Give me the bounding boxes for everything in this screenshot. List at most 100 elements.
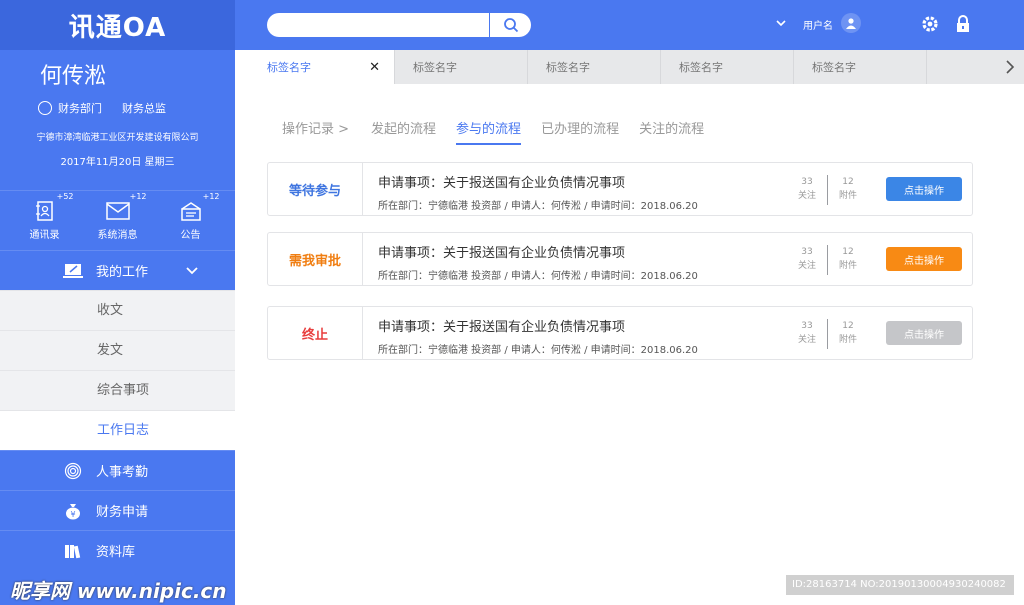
attachment-count: 12 xyxy=(842,247,854,257)
status-badge: 需我审批 xyxy=(268,233,363,285)
process-card: 需我审批 申请事项：关于报送国有企业负债情况事项 所在部门：宁德临港 投资部 /… xyxy=(267,232,973,286)
chevron-down-icon xyxy=(186,266,198,274)
card-title[interactable]: 申请事项：关于报送国有企业负债情况事项 xyxy=(378,316,787,335)
card-meta: 所在部门：宁德临港 投资部 / 申请人：何传淞 / 申请时间：2018.06.2… xyxy=(378,345,698,356)
card-title[interactable]: 申请事项：关于报送国有企业负债情况事项 xyxy=(378,242,787,261)
card-meta: 所在部门：宁德临港 投资部 / 申请人：何传淞 / 申请时间：2018.06.2… xyxy=(378,271,698,282)
tab-bar: 标签名字 ✕ 标签名字 标签名字 标签名字 标签名字 xyxy=(235,50,1024,84)
sidebar-item-my-work-label: 我的工作 xyxy=(96,265,149,280)
process-nav: 操作记录 > 发起的流程 参与的流程 已办理的流程 关注的流程 xyxy=(282,118,724,145)
books-icon xyxy=(65,544,81,558)
announcement-icon xyxy=(180,202,201,221)
fingerprint-icon xyxy=(64,462,82,479)
app-logo: 讯通OA xyxy=(68,12,167,43)
follow-stat: 33 关注 xyxy=(787,245,827,285)
chevron-right-icon xyxy=(1006,60,1015,74)
tab-participated[interactable]: 参与的流程 xyxy=(456,118,522,145)
sidebar-menu: 我的工作 收文 发文 综合事项 工作日志 人事考勤 ¥ 财务申请 资料库 xyxy=(0,250,235,570)
attachment-label: 附件 xyxy=(838,191,857,201)
attachment-stat: 12 附件 xyxy=(828,245,868,285)
attachment-label: 附件 xyxy=(838,261,857,271)
card-title[interactable]: 申请事项：关于报送国有企业负债情况事项 xyxy=(378,172,787,191)
current-date: 2017年11月20日 星期三 xyxy=(60,157,175,168)
sidebar-item-my-work[interactable]: 我的工作 xyxy=(0,250,235,290)
user-icon xyxy=(846,18,856,29)
action-button[interactable]: 点击操作 xyxy=(886,177,962,201)
search-input[interactable] xyxy=(267,13,487,37)
follow-stat: 33 关注 xyxy=(787,175,827,215)
user-profile: 何传淞 财务部门 财务总监 宁德市漳湾临港工业区开发建设有限公司 2017年11… xyxy=(0,50,235,190)
quick-messages-label: 系统消息 xyxy=(97,230,138,241)
user-roles: 财务部门 财务总监 xyxy=(38,100,235,116)
follow-label: 关注 xyxy=(797,261,816,271)
tab-next-button[interactable] xyxy=(927,50,1023,84)
quick-announcement-label: 公告 xyxy=(180,230,201,241)
tab-handled[interactable]: 已办理的流程 xyxy=(541,118,619,137)
lock-icon[interactable] xyxy=(955,14,971,34)
sidebar-item-library[interactable]: 资料库 xyxy=(0,530,235,570)
follow-count: 33 xyxy=(801,247,813,257)
follow-label: 关注 xyxy=(797,335,816,345)
sidebar-item-finance[interactable]: ¥ 财务申请 xyxy=(0,490,235,530)
money-bag-icon: ¥ xyxy=(66,503,80,519)
quick-contacts[interactable]: 通讯录 +52 xyxy=(12,192,78,241)
tab-1[interactable]: 标签名字 ✕ xyxy=(235,50,395,84)
tab-3[interactable]: 标签名字 xyxy=(528,50,661,84)
tab-2[interactable]: 标签名字 xyxy=(395,50,528,84)
attachment-stat: 12 附件 xyxy=(828,319,868,359)
top-bar: 用户名 xyxy=(235,0,1024,50)
search-button[interactable] xyxy=(489,13,531,37)
sidebar-subitem-worklog[interactable]: 工作日志 xyxy=(0,410,235,450)
card-meta: 所在部门：宁德临港 投资部 / 申请人：何传淞 / 申请时间：2018.06.2… xyxy=(378,201,698,212)
logo-bar: 讯通OA xyxy=(0,0,235,50)
quick-announcement-badge: +12 xyxy=(202,192,220,201)
search-box xyxy=(267,13,531,37)
attachment-stat: 12 附件 xyxy=(828,175,868,215)
watermark-left: 昵享网 www.nipic.cn xyxy=(10,579,227,603)
follow-label: 关注 xyxy=(797,191,816,201)
laptop-edit-icon xyxy=(63,263,83,278)
action-button[interactable]: 点击操作 xyxy=(886,247,962,271)
sidebar-subitem-receive[interactable]: 收文 xyxy=(0,290,235,330)
quick-announcement[interactable]: 公告 +12 xyxy=(158,192,224,241)
quick-messages[interactable]: 系统消息 +12 xyxy=(85,192,151,241)
sidebar-item-attendance[interactable]: 人事考勤 xyxy=(0,450,235,490)
switch-icon[interactable] xyxy=(38,101,52,115)
follow-count: 33 xyxy=(801,177,813,187)
svg-text:¥: ¥ xyxy=(70,510,75,519)
status-badge: 终止 xyxy=(268,307,363,359)
breadcrumb[interactable]: 操作记录 > xyxy=(282,118,349,137)
tab-1-label: 标签名字 xyxy=(267,61,311,74)
tab-initiated[interactable]: 发起的流程 xyxy=(371,118,436,137)
attachment-count: 12 xyxy=(842,177,854,187)
tab-5[interactable]: 标签名字 xyxy=(794,50,927,84)
username-label[interactable]: 用户名 xyxy=(803,17,833,32)
quick-contacts-label: 通讯录 xyxy=(29,230,60,241)
sidebar-item-finance-label: 财务申请 xyxy=(96,505,149,520)
quick-links: 通讯录 +52 系统消息 +12 公告 +12 xyxy=(0,190,235,250)
card-info: 申请事项：关于报送国有企业负债情况事项 所在部门：宁德临港 投资部 / 申请人：… xyxy=(363,163,787,215)
tab-4[interactable]: 标签名字 xyxy=(661,50,794,84)
gear-icon[interactable] xyxy=(920,14,940,34)
contacts-icon xyxy=(35,201,53,221)
action-button[interactable]: 点击操作 xyxy=(886,321,962,345)
user-name: 何传淞 xyxy=(40,64,107,89)
close-icon[interactable]: ✕ xyxy=(369,60,380,75)
sidebar-subitem-general[interactable]: 综合事项 xyxy=(0,370,235,410)
avatar[interactable] xyxy=(841,13,861,33)
process-card: 等待参与 申请事项：关于报送国有企业负债情况事项 所在部门：宁德临港 投资部 /… xyxy=(267,162,973,216)
process-card: 终止 申请事项：关于报送国有企业负债情况事项 所在部门：宁德临港 投资部 / 申… xyxy=(267,306,973,360)
department-label: 财务部门 xyxy=(58,102,102,115)
quick-messages-badge: +12 xyxy=(129,192,147,201)
sidebar-subitem-send[interactable]: 发文 xyxy=(0,330,235,370)
tab-followed[interactable]: 关注的流程 xyxy=(639,118,704,137)
status-badge: 等待参与 xyxy=(268,163,363,215)
follow-stat: 33 关注 xyxy=(787,319,827,359)
sidebar: 讯通OA 何传淞 财务部门 财务总监 宁德市漳湾临港工业区开发建设有限公司 20… xyxy=(0,0,235,605)
chevron-down-icon[interactable] xyxy=(776,19,786,27)
attachment-count: 12 xyxy=(842,321,854,331)
position-label: 财务总监 xyxy=(122,102,166,115)
watermark-right: ID:28163714 NO:20190130004930240082 xyxy=(786,575,1014,595)
quick-contacts-badge: +52 xyxy=(56,192,74,201)
mail-icon xyxy=(105,202,130,220)
